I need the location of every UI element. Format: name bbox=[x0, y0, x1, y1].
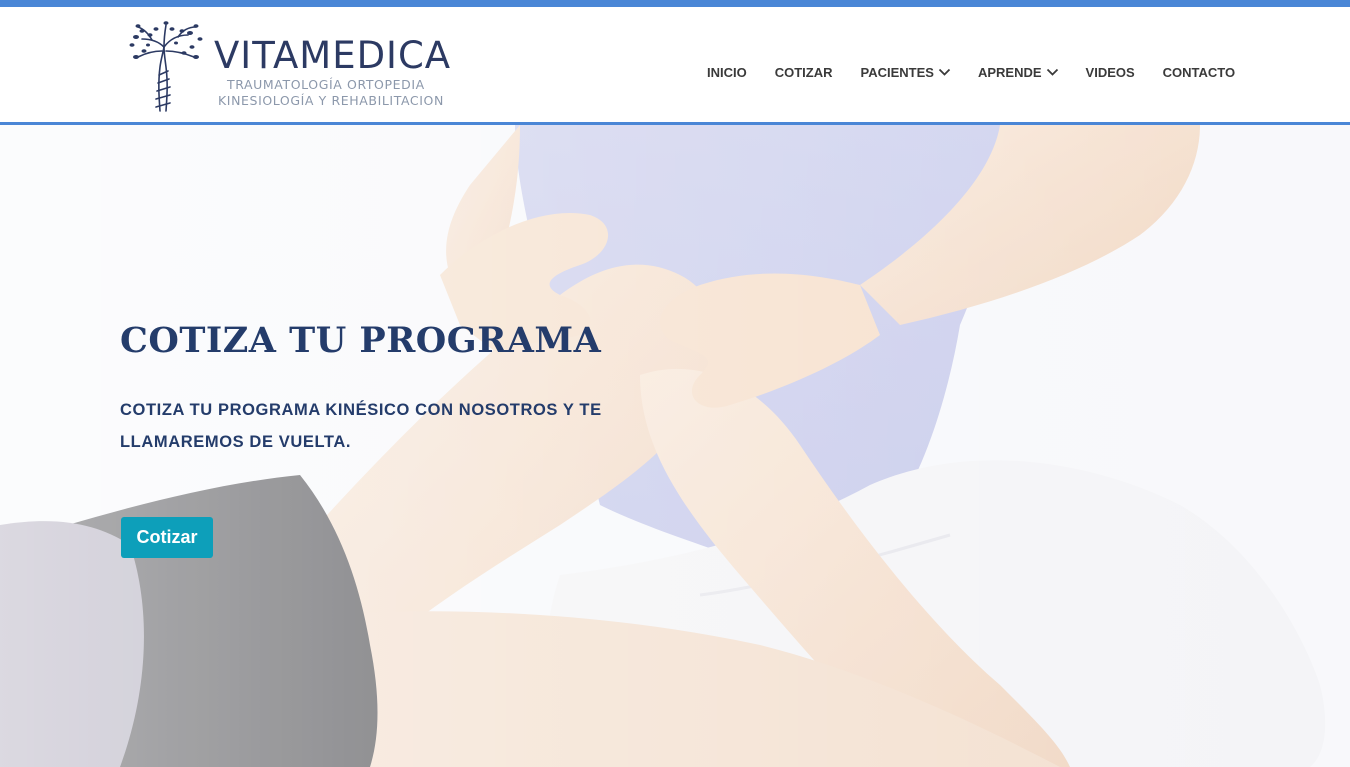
nav-item-cotizar[interactable]: COTIZAR bbox=[775, 65, 833, 80]
nav-item-videos[interactable]: VIDEOS bbox=[1086, 65, 1135, 80]
brand-subtitle-line1: TRAUMATOLOGÍA ORTOPEDIA bbox=[227, 77, 425, 92]
nav-item-label: VIDEOS bbox=[1085, 64, 1135, 80]
hero-description-line1: COTIZA TU PROGRAMA KINÉSICO CON NOSOTROS… bbox=[120, 401, 602, 419]
nav-item-contacto[interactable]: CONTACTO bbox=[1163, 65, 1235, 80]
hero-title: COTIZA TU PROGRAMA bbox=[120, 320, 602, 361]
brand-name-part2: MEDICA bbox=[299, 34, 452, 77]
nav-item-pacientes[interactable]: PACIENTES bbox=[861, 65, 951, 80]
nav-item-label: APRENDE bbox=[977, 64, 1042, 80]
brand-name: VITAMEDICA bbox=[214, 37, 451, 74]
nav-item-label: CONTACTO bbox=[1162, 64, 1236, 80]
nav-item-label: COTIZAR bbox=[774, 64, 833, 80]
nav-item-inicio[interactable]: INICIO bbox=[707, 65, 747, 80]
hero-description: COTIZA TU PROGRAMA KINÉSICO CON NOSOTROS… bbox=[120, 394, 620, 458]
main-nav: INICIO COTIZAR PACIENTES APRENDE VIDEOS … bbox=[700, 64, 1235, 80]
hero-description-line2: LLAMAREMOS DE VUELTA. bbox=[120, 433, 352, 451]
top-accent-bar bbox=[0, 0, 1350, 7]
cotizar-button[interactable]: Cotizar bbox=[121, 517, 213, 558]
site-header: VITAMEDICA TRAUMATOLOGÍA ORTOPEDIA KINES… bbox=[0, 7, 1350, 122]
nav-item-aprende[interactable]: APRENDE bbox=[978, 65, 1059, 80]
tree-icon bbox=[129, 21, 203, 112]
brand-name-part1: VITA bbox=[214, 34, 300, 77]
hero-section: COTIZA TU PROGRAMA COTIZA TU PROGRAMA KI… bbox=[0, 125, 1350, 767]
chevron-down-icon bbox=[938, 68, 951, 76]
nav-item-label: INICIO bbox=[707, 64, 747, 80]
brand-subtitle-line2: KINESIOLOGÍA Y REHABILITACION bbox=[218, 93, 444, 108]
nav-item-label: PACIENTES bbox=[860, 64, 934, 80]
chevron-down-icon bbox=[1046, 68, 1058, 76]
site-logo[interactable]: VITAMEDICA TRAUMATOLOGÍA ORTOPEDIA KINES… bbox=[126, 17, 450, 117]
